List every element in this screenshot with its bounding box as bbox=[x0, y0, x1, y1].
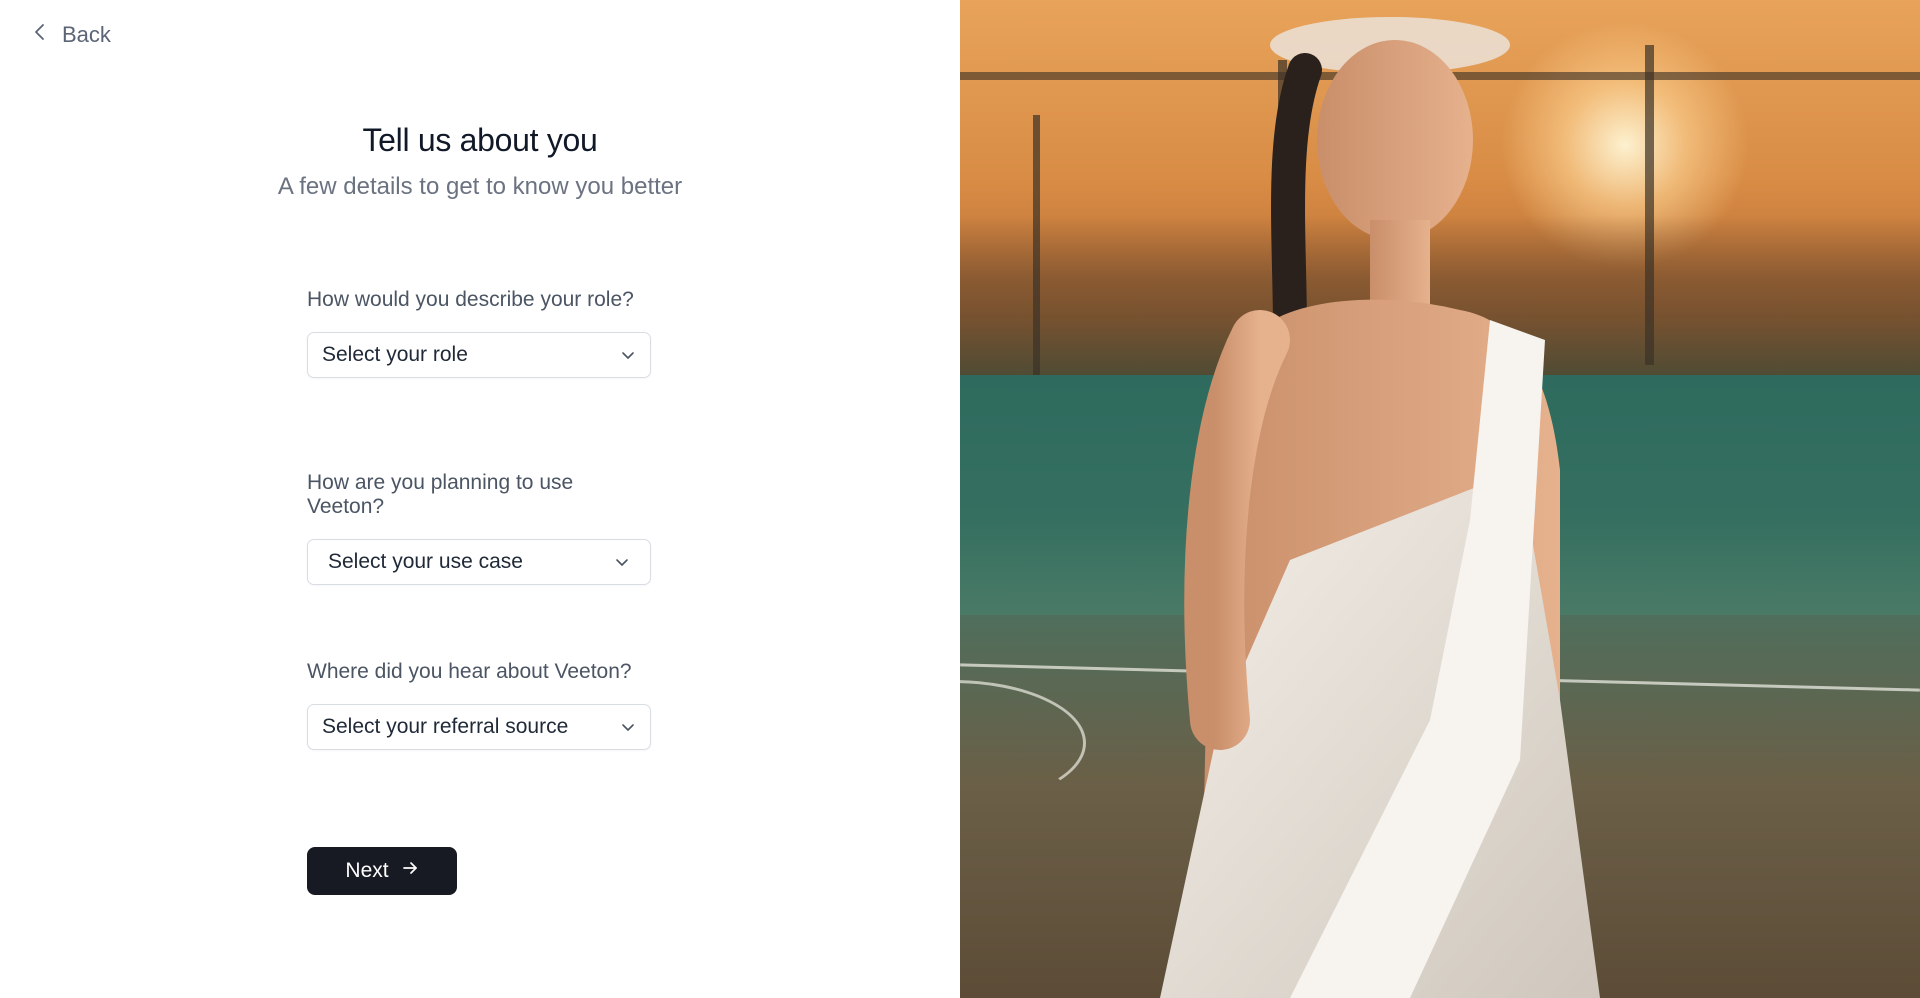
hero-image bbox=[960, 0, 1920, 998]
use-case-label: How are you planning to use Veeton? bbox=[307, 471, 574, 518]
chevron-down-icon bbox=[620, 719, 636, 735]
use-case-select[interactable]: Select your use case bbox=[307, 539, 651, 585]
next-button[interactable]: Next bbox=[307, 847, 457, 895]
page-subtitle: A few details to get to know you better bbox=[277, 173, 683, 200]
page-header: Tell us about you A few details to get t… bbox=[0, 122, 960, 201]
use-case-field: How are you planning to use Veeton? Sele… bbox=[307, 471, 653, 585]
form-panel: Back Tell us about you A few details to … bbox=[0, 0, 960, 998]
chevron-down-icon bbox=[620, 347, 636, 363]
referral-select-value: Select your referral source bbox=[322, 715, 569, 738]
model-figure bbox=[1160, 17, 1600, 998]
chevron-left-icon bbox=[30, 22, 50, 48]
back-label: Back bbox=[62, 22, 111, 47]
use-case-select-value: Select your use case bbox=[328, 550, 523, 573]
referral-label: Where did you hear about Veeton? bbox=[307, 660, 632, 683]
chevron-down-icon bbox=[614, 554, 630, 570]
onboarding-layout: Back Tell us about you A few details to … bbox=[0, 0, 1920, 998]
page-title: Tell us about you bbox=[362, 122, 598, 158]
role-field: How would you describe your role? Select… bbox=[307, 288, 651, 378]
role-select[interactable]: Select your role bbox=[307, 332, 651, 378]
role-select-value: Select your role bbox=[322, 343, 468, 366]
referral-select[interactable]: Select your referral source bbox=[307, 704, 651, 750]
arrow-right-icon bbox=[401, 859, 419, 883]
back-link[interactable]: Back bbox=[30, 22, 111, 48]
next-button-label: Next bbox=[345, 859, 389, 882]
referral-field: Where did you hear about Veeton? Select … bbox=[307, 660, 651, 750]
role-label: How would you describe your role? bbox=[307, 288, 634, 311]
